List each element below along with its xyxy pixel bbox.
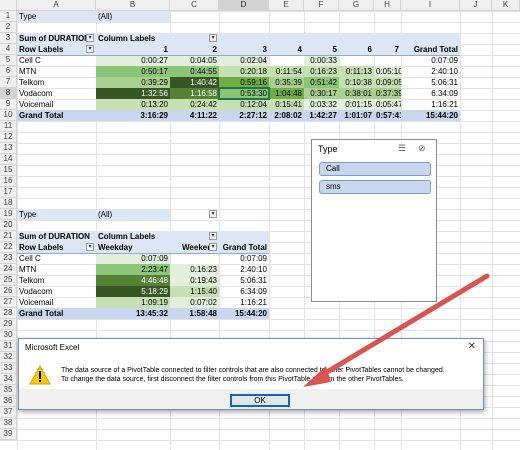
- red-arrow-annotation: [303, 273, 490, 387]
